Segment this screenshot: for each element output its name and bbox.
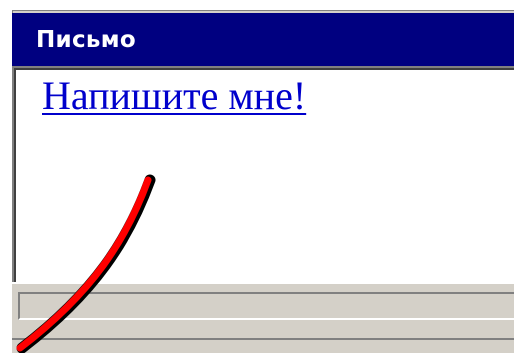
status-bar [12,282,514,324]
window-bottom-edge [12,324,514,353]
window-title: Письмо [36,26,136,53]
status-field [18,292,514,320]
screenshot-stage: Письмо Напишите мне! [0,0,514,353]
window-title-bar[interactable]: Письмо [12,13,514,66]
bottom-edge-divider [12,338,514,340]
mail-link[interactable]: Напишите мне! [42,72,306,119]
